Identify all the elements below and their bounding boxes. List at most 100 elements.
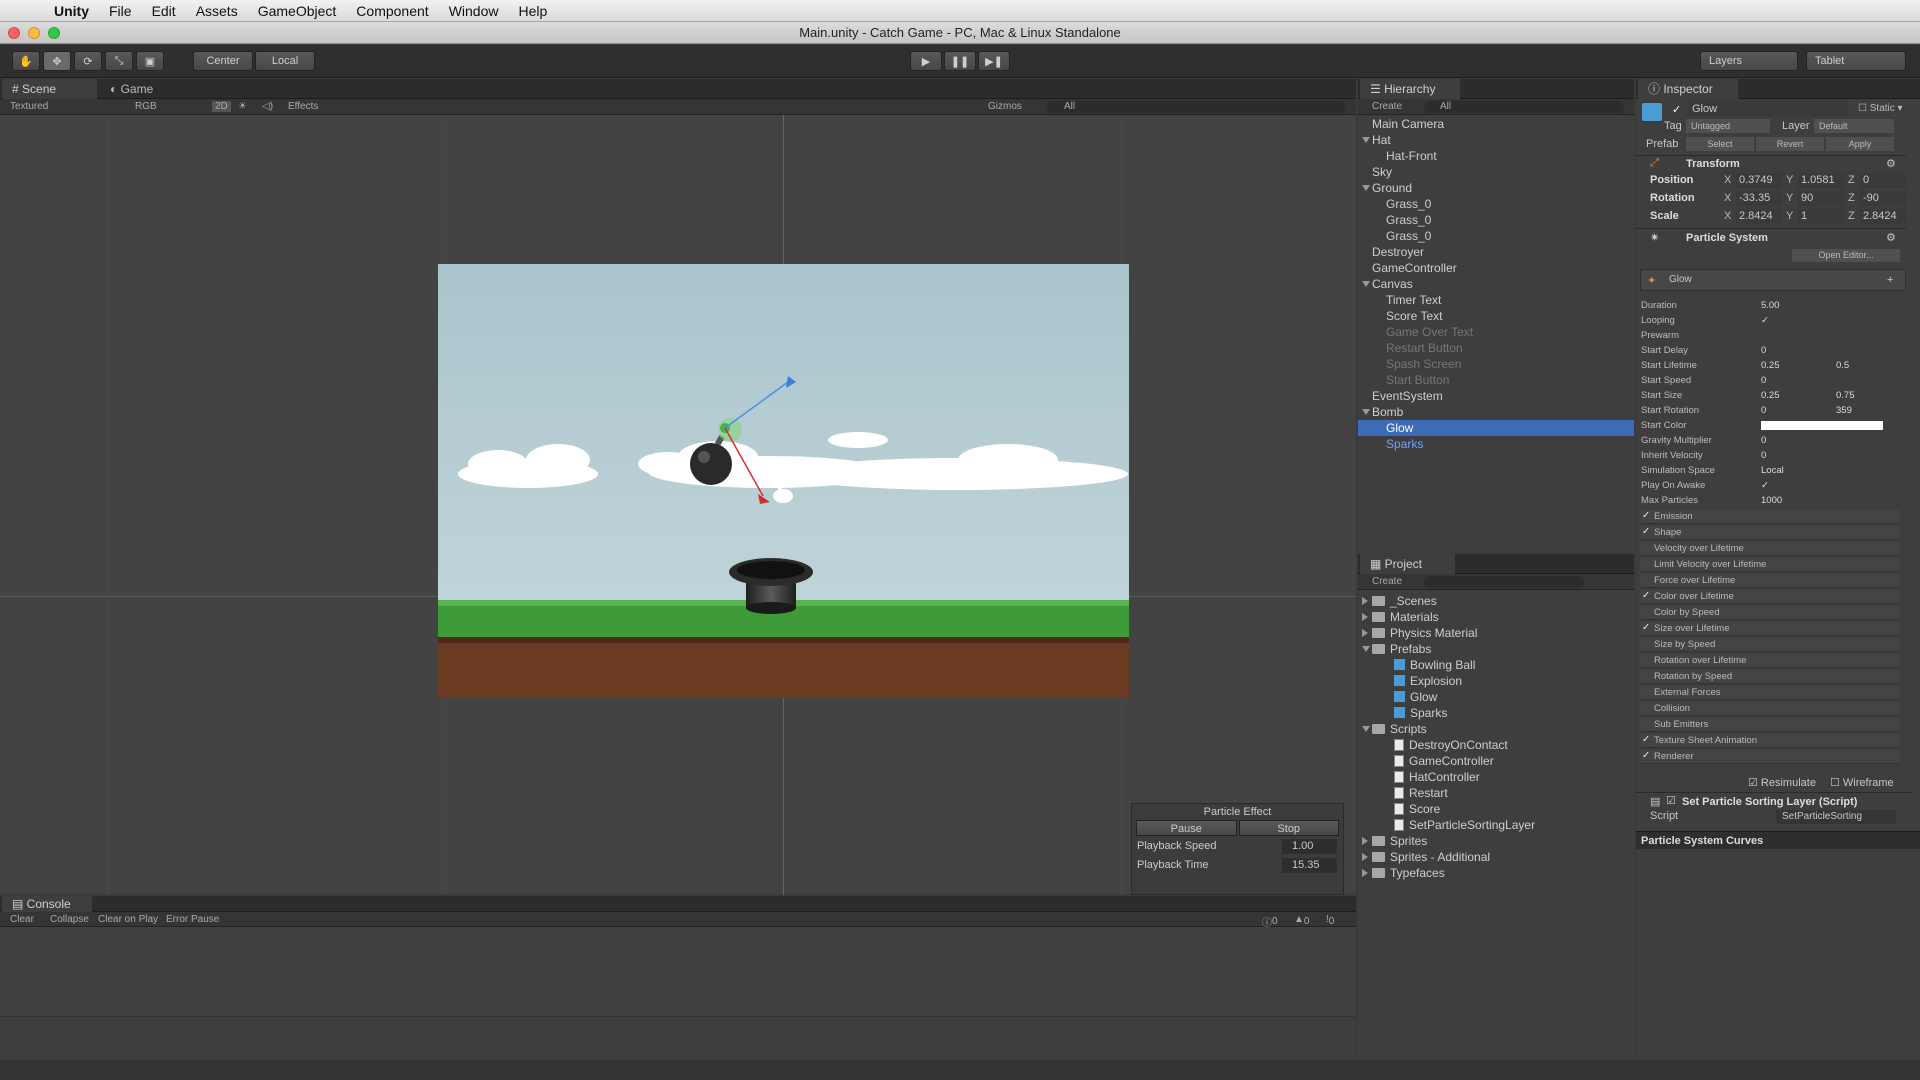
fold-arrow-icon[interactable]: [1362, 869, 1368, 877]
playback-time-field[interactable]: 15.35: [1282, 858, 1337, 873]
layers-dropdown[interactable]: Layers: [1700, 51, 1798, 71]
particle-field-row[interactable]: Simulation Space Local: [1641, 463, 1900, 478]
open-editor-button[interactable]: Open Editor...: [1792, 249, 1900, 262]
particle-field-value-2[interactable]: 359: [1836, 403, 1852, 418]
particle-field-value[interactable]: Local: [1761, 463, 1784, 478]
menu-component[interactable]: Component: [346, 3, 438, 19]
transform-rotation-z-field[interactable]: -90: [1860, 191, 1906, 206]
wireframe-checkbox[interactable]: ☐ Wireframe: [1830, 776, 1894, 789]
script-object-field[interactable]: SetParticleSorting: [1776, 810, 1896, 824]
tab-console[interactable]: ▤ Console: [2, 896, 92, 912]
hierarchy-item[interactable]: Spash Screen: [1358, 356, 1634, 372]
tab-inspector[interactable]: ⓘ Inspector: [1638, 79, 1738, 99]
static-checkbox[interactable]: ☐ Static ▾: [1858, 103, 1903, 114]
particle-module-row[interactable]: ✓ Emission: [1640, 510, 1900, 524]
particle-field-value[interactable]: 0: [1761, 448, 1766, 463]
particle-module-header[interactable]: ✦ Glow +: [1640, 269, 1906, 291]
particle-module-row[interactable]: ✓ Size over Lifetime: [1640, 622, 1900, 636]
project-item[interactable]: Bowling Ball: [1358, 657, 1634, 673]
console-log-area[interactable]: [0, 927, 1356, 1017]
transform-rotation-y-field[interactable]: 90: [1798, 191, 1844, 206]
pivot-center-button[interactable]: Center: [193, 51, 253, 71]
module-enable-checkbox[interactable]: [1642, 575, 1652, 585]
particle-module-row[interactable]: ✓ Renderer: [1640, 750, 1900, 764]
hierarchy-item[interactable]: Canvas: [1358, 276, 1634, 292]
particle-field-value[interactable]: 0.25: [1761, 388, 1780, 403]
layout-dropdown[interactable]: Tablet: [1806, 51, 1906, 71]
menu-edit[interactable]: Edit: [142, 3, 186, 19]
project-item[interactable]: DestroyOnContact: [1358, 737, 1634, 753]
particle-module-row[interactable]: Limit Velocity over Lifetime: [1640, 558, 1900, 572]
fold-arrow-icon[interactable]: [1362, 185, 1370, 191]
project-item[interactable]: HatController: [1358, 769, 1634, 785]
module-enable-checkbox[interactable]: ✓: [1642, 511, 1652, 521]
particle-field-row[interactable]: Start Color: [1641, 418, 1900, 433]
module-enable-checkbox[interactable]: ✓: [1642, 623, 1652, 633]
project-item[interactable]: Physics Material: [1358, 625, 1634, 641]
hierarchy-item[interactable]: GameController: [1358, 260, 1634, 276]
game-camera-view[interactable]: [438, 264, 1129, 698]
hand-tool-button[interactable]: ✋: [12, 51, 40, 71]
particle-field-value[interactable]: 5.00: [1761, 298, 1780, 313]
fold-arrow-icon[interactable]: [1362, 281, 1370, 287]
tab-scene[interactable]: # Scene: [2, 79, 97, 99]
menu-gameobject[interactable]: GameObject: [248, 3, 347, 19]
module-enable-checkbox[interactable]: ✓: [1642, 751, 1652, 761]
menu-assets[interactable]: Assets: [186, 3, 248, 19]
particle-module-row[interactable]: External Forces: [1640, 686, 1900, 700]
particle-field-value[interactable]: 0: [1761, 373, 1766, 388]
transform-scale-z-field[interactable]: 2.8424: [1860, 209, 1906, 224]
2d-toggle[interactable]: 2D: [212, 101, 231, 112]
module-enable-checkbox[interactable]: [1642, 719, 1652, 729]
project-item[interactable]: GameController: [1358, 753, 1634, 769]
particle-field-value-2[interactable]: 0.75: [1836, 388, 1855, 403]
particle-field-value-2[interactable]: 0.5: [1836, 358, 1849, 373]
prefab-select-button[interactable]: Select: [1686, 137, 1754, 151]
module-enable-checkbox[interactable]: [1642, 559, 1652, 569]
zoom-window-button[interactable]: [48, 27, 60, 39]
hierarchy-item[interactable]: Grass_0: [1358, 196, 1634, 212]
hierarchy-item[interactable]: Score Text: [1358, 308, 1634, 324]
pivot-local-button[interactable]: Local: [255, 51, 315, 71]
step-button[interactable]: ▶❚: [978, 51, 1010, 71]
module-enable-checkbox[interactable]: [1642, 639, 1652, 649]
project-item[interactable]: Typefaces: [1358, 865, 1634, 881]
project-item[interactable]: Scripts: [1358, 721, 1634, 737]
particle-field-row[interactable]: Start Speed 0: [1641, 373, 1900, 388]
hierarchy-item[interactable]: Glow: [1358, 420, 1634, 436]
particle-module-row[interactable]: Sub Emitters: [1640, 718, 1900, 732]
project-item[interactable]: Prefabs: [1358, 641, 1634, 657]
particle-field-value[interactable]: 0: [1761, 433, 1766, 448]
project-item[interactable]: Sprites - Additional: [1358, 849, 1634, 865]
scale-tool-button[interactable]: ⤡: [105, 51, 133, 71]
particle-field-value[interactable]: 0.25: [1761, 358, 1780, 373]
particle-field-value[interactable]: 1000: [1761, 493, 1782, 508]
particle-field-row[interactable]: Start Rotation 0 359: [1641, 403, 1900, 418]
particle-field-row[interactable]: Start Size 0.25 0.75: [1641, 388, 1900, 403]
minimize-window-button[interactable]: [28, 27, 40, 39]
curves-panel-header[interactable]: Particle System Curves: [1636, 831, 1920, 849]
particle-module-row[interactable]: Force over Lifetime: [1640, 574, 1900, 588]
fold-arrow-icon[interactable]: [1362, 726, 1370, 732]
prefab-revert-button[interactable]: Revert: [1756, 137, 1824, 151]
module-enable-checkbox[interactable]: [1642, 607, 1652, 617]
tag-dropdown[interactable]: Untagged: [1686, 119, 1770, 133]
fold-arrow-icon[interactable]: [1362, 837, 1368, 845]
transform-position-z-field[interactable]: 0: [1860, 173, 1906, 188]
audio-icon[interactable]: ◁): [262, 101, 273, 112]
project-item[interactable]: Sprites: [1358, 833, 1634, 849]
scene-search-input[interactable]: All: [1046, 101, 1346, 113]
pause-button[interactable]: ❚❚: [944, 51, 976, 71]
tab-project[interactable]: ▦ Project: [1360, 554, 1455, 574]
hierarchy-item[interactable]: Sky: [1358, 164, 1634, 180]
project-item[interactable]: Score: [1358, 801, 1634, 817]
project-item[interactable]: _Scenes: [1358, 593, 1634, 609]
fold-arrow-icon[interactable]: [1362, 646, 1370, 652]
hierarchy-item[interactable]: Sparks: [1358, 436, 1634, 452]
transform-position-x-field[interactable]: 0.3749: [1736, 173, 1782, 188]
hierarchy-item[interactable]: Main Camera: [1358, 116, 1634, 132]
hierarchy-item[interactable]: Game Over Text: [1358, 324, 1634, 340]
transform-settings-icon[interactable]: ⚙: [1886, 157, 1896, 170]
module-enable-checkbox[interactable]: [1642, 703, 1652, 713]
close-window-button[interactable]: [8, 27, 20, 39]
